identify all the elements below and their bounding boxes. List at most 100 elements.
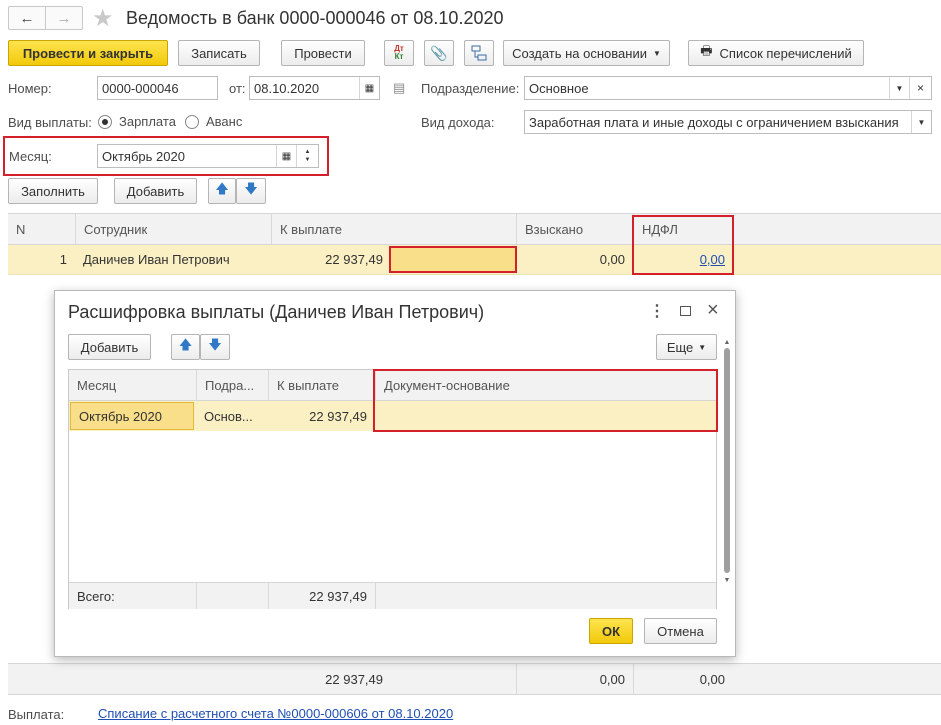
post-and-close-button[interactable]: Провести и закрыть: [8, 40, 168, 66]
arrow-down-icon: 🡇: [244, 181, 258, 196]
total-to-pay: 22 937,49: [325, 671, 383, 687]
window-title: Ведомость в банк 0000-000046 от 08.10.20…: [126, 8, 504, 28]
col-n[interactable]: N: [8, 214, 75, 244]
number-label: Номер:: [8, 81, 52, 96]
radio-advance[interactable]: Аванс: [185, 114, 242, 129]
move-up-button[interactable]: 🡅: [208, 178, 236, 204]
scrollbar-thumb[interactable]: [724, 348, 730, 573]
fill-button[interactable]: Заполнить: [8, 178, 98, 204]
scrollbar[interactable]: ▲ ▼: [723, 339, 731, 602]
structure-icon: [471, 45, 487, 61]
row-employee: Даничев Иван Петрович: [83, 252, 230, 267]
total-withheld: 0,00: [516, 664, 633, 694]
dialog-table: Месяц Подра... К выплате Документ-основа…: [68, 369, 717, 609]
dialog-table-header: Месяц Подра... К выплате Документ-основа…: [69, 370, 716, 401]
total-label: Всего:: [77, 588, 115, 604]
dialog-title: Расшифровка выплаты (Даничев Иван Петров…: [68, 302, 485, 322]
row-ndfl: 0,00: [633, 245, 733, 274]
maximize-icon[interactable]: [680, 306, 691, 316]
transfers-list-button[interactable]: 🖶 Список перечислений: [688, 40, 864, 66]
dt-kt-icon: Дт Кт: [394, 44, 404, 61]
col-month[interactable]: Месяц: [69, 370, 196, 400]
row-n: 1: [59, 252, 67, 267]
dialog-totals-row: Всего: 22 937,49: [69, 582, 716, 609]
income-type-label: Вид дохода:: [421, 115, 495, 130]
clear-icon[interactable]: ×: [909, 77, 931, 99]
ndfl-link[interactable]: 0,00: [700, 252, 725, 267]
table-header: N Сотрудник К выплате Взыскано НДФЛ: [8, 213, 941, 245]
row-to-pay: 22 937,49: [309, 408, 367, 424]
arrow-up-icon: 🡅: [178, 337, 193, 352]
back-arrow-icon[interactable]: ←: [9, 7, 46, 29]
ok-button[interactable]: ОК: [589, 618, 633, 644]
arrow-down-icon: 🡇: [208, 337, 222, 352]
row-withheld: 0,00: [599, 252, 625, 267]
dropdown-caret-icon[interactable]: ▼: [889, 77, 909, 99]
col-employee[interactable]: Сотрудник: [75, 214, 271, 244]
month-label: Месяц:: [9, 149, 52, 164]
move-down-button[interactable]: 🡇: [236, 178, 266, 204]
calendar-icon[interactable]: ▦: [276, 145, 296, 167]
create-based-on-button[interactable]: Создать на основании ▼: [503, 40, 670, 66]
date-field[interactable]: 08.10.2020 ▦: [249, 76, 380, 100]
dialog-add-button[interactable]: Добавить: [68, 334, 151, 360]
paperclip-icon: 📎: [430, 44, 448, 61]
dialog-move-up-button[interactable]: 🡅: [171, 334, 200, 360]
save-button[interactable]: Записать: [178, 40, 260, 66]
dt-kt-button[interactable]: Дт Кт: [384, 40, 414, 66]
from-label: от:: [229, 81, 246, 96]
row-subdivision: Основ...: [204, 408, 253, 424]
dropdown-caret-icon: ▼: [698, 342, 707, 352]
attach-button[interactable]: 📎: [424, 40, 454, 66]
dialog-move-down-button[interactable]: 🡇: [200, 334, 230, 360]
total-subdivision-empty: [196, 583, 268, 609]
payment-label: Выплата:: [8, 707, 65, 722]
table-totals-row: 22 937,49 0,00 0,00: [8, 663, 941, 695]
payment-breakdown-dialog: Расшифровка выплаты (Даничев Иван Петров…: [54, 290, 736, 657]
month-field[interactable]: Октябрь 2020 ▦ ▲ ▼: [97, 144, 319, 168]
total-to-pay: 22 937,49: [268, 583, 375, 609]
cancel-button[interactable]: Отмена: [644, 618, 717, 644]
total-ndfl: 0,00: [633, 664, 733, 694]
row-to-pay: 22 937,49: [325, 252, 383, 267]
favorite-star-icon[interactable]: ★: [92, 4, 114, 33]
close-icon[interactable]: ×: [707, 299, 719, 322]
radio-selected-icon: [98, 114, 112, 129]
subdivision-field[interactable]: Основное ▼ ×: [524, 76, 932, 100]
more-button[interactable]: Еще ▼: [656, 334, 717, 360]
total-basis-empty: [375, 583, 716, 609]
col-to-pay[interactable]: К выплате: [271, 214, 516, 244]
more-actions-icon[interactable]: ⋮: [649, 301, 665, 321]
table-row[interactable]: 1 Даничев Иван Петрович 22 937,49 0,00 0…: [8, 245, 941, 275]
dropdown-caret-icon[interactable]: ▼: [911, 111, 931, 133]
radio-empty-icon: [185, 114, 199, 129]
subdivision-label: Подразделение:: [421, 81, 520, 96]
add-button[interactable]: Добавить: [114, 178, 197, 204]
scroll-up-icon[interactable]: ▲: [723, 339, 731, 346]
selected-cell[interactable]: [391, 246, 516, 273]
dropdown-caret-icon: ▼: [652, 48, 661, 58]
radio-salary[interactable]: Зарплата: [98, 114, 176, 129]
calendar-icon[interactable]: ▦: [359, 77, 379, 99]
printer-icon: 🖶: [700, 43, 713, 58]
col-to-pay[interactable]: К выплате: [268, 370, 375, 400]
col-ndfl[interactable]: НДФЛ: [633, 214, 941, 244]
table-row[interactable]: Октябрь 2020 Основ... 22 937,49: [69, 401, 716, 431]
forward-arrow-icon[interactable]: →: [46, 7, 82, 29]
row-month[interactable]: Октябрь 2020: [70, 402, 194, 430]
structure-button[interactable]: [464, 40, 494, 66]
income-type-field[interactable]: Заработная плата и иные доходы с огранич…: [524, 110, 932, 134]
comment-icon[interactable]: ▤: [393, 80, 405, 96]
arrow-up-icon: 🡅: [215, 181, 229, 196]
number-field[interactable]: 0000-000046: [97, 76, 218, 100]
col-withheld[interactable]: Взыскано: [516, 214, 633, 244]
payment-type-label: Вид выплаты:: [8, 115, 92, 130]
month-spinner[interactable]: ▲ ▼: [296, 145, 318, 167]
post-button[interactable]: Провести: [281, 40, 365, 66]
payment-link[interactable]: Списание с расчетного счета №0000-000606…: [98, 706, 453, 721]
col-basis-document[interactable]: Документ-основание: [375, 370, 716, 400]
row-basis-document[interactable]: [375, 401, 716, 431]
scroll-down-icon[interactable]: ▼: [723, 577, 731, 584]
col-subdivision[interactable]: Подра...: [196, 370, 268, 400]
nav-back-forward: ← →: [8, 6, 83, 30]
